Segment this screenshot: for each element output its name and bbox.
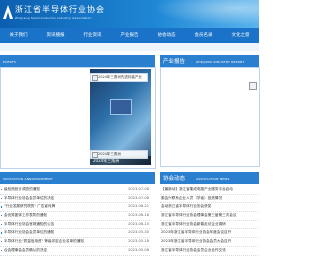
news-thumb-2[interactable]: 2024年三角洲 — [90, 150, 148, 159]
events-heading: EVENTS — [0, 55, 155, 67]
news-thumb-1[interactable]: 2024年三角洲先进封装产业 — [90, 73, 148, 82]
item-date: 2023-07-08 — [128, 195, 149, 200]
nav-item-about[interactable]: 关于我们 — [0, 28, 37, 43]
list-item[interactable]: 【最新动】浙江省集成电路产业服务平台启动 — [160, 186, 258, 195]
list-item[interactable]: 半导体行业"质量信用资" 等级评定企业名单的通知 2023-05-18 — [0, 238, 150, 247]
bullet-dot — [1, 249, 3, 251]
list-item[interactable]: 2023年浙江省半导体行业协会会员大会召开 — [160, 238, 258, 247]
bullet-dot — [1, 215, 3, 217]
list-item[interactable]: 合会理事会会员确认的决定 2023-05-08 — [0, 247, 150, 256]
item-date: 2023-06-10 — [128, 221, 149, 226]
item-date: 2023-05-08 — [128, 247, 149, 252]
list-item[interactable]: 浙江省半导体行业协会新春走访企业调研 — [160, 221, 258, 230]
item-date: 2023-06-18 — [128, 213, 149, 218]
bullet-dot — [1, 206, 3, 208]
site-title: 浙江省半导体行业协会 — [15, 5, 105, 14]
chip-illustration — [110, 99, 132, 115]
item-title: 2023年浙江省半导体行业协会会员大会召开 — [161, 239, 232, 244]
nav-item-news[interactable]: 资讯播报 — [37, 28, 74, 43]
list-item[interactable]: 级检测统计调查的通知 2023-07-08 — [0, 186, 150, 195]
item-title: 会优秀团体工作表彰的通知 — [4, 213, 48, 218]
site-subtitle: Zhejiang Semiconductor Industry Associat… — [15, 16, 92, 20]
list-item[interactable]: "行业发展研究院的" 广告宣传牌 2023-06-21 — [0, 203, 150, 213]
list-item[interactable]: 半导体行业协会会员单位的通知 2023-05-30 — [0, 229, 150, 239]
report-heading-cn: 产业报告 — [163, 59, 186, 65]
item-title: 浙江省半导体行业协会理事会第三届第三次会议 — [161, 213, 237, 218]
item-title: 半导体行业协会会员单位的决定 — [4, 195, 55, 200]
events-panel: 2024年三角洲 2024年三角洲先进封装产业 2024年三角洲 — [0, 67, 156, 169]
report-heading-en: ZHEJIANG INDUSTRY REPORT — [196, 59, 245, 64]
item-title: 【最新动】浙江省集成电路产业服务平台启动 — [161, 187, 233, 191]
list-item[interactable]: 半导体行业协会会员单位的决定 2023-07-08 — [0, 195, 150, 204]
bullet-dot — [1, 241, 3, 243]
assoc-heading-en: ASSOCIATION NEWS — [196, 176, 230, 181]
news-thumb-1-label: 2024年三角洲先进封装产业 — [98, 75, 142, 79]
nav-item-report[interactable]: 产业报告 — [111, 28, 148, 43]
list-item[interactable]: 浙江省半导体行业协会会员企业合作交流 — [160, 247, 258, 256]
announcement-heading-en: SSOCIATION ANNOUNCEMENT — [3, 176, 53, 181]
nav-item-association[interactable]: 协会动态 — [148, 28, 185, 43]
item-title: 2023年浙江省半导体行业协会年度会议召开 — [161, 230, 232, 235]
bullet-dot — [1, 232, 3, 234]
bullet-dot — [1, 189, 3, 191]
nav-item-industry[interactable]: 行业资讯 — [74, 28, 111, 43]
assoc-list: 【最新动】浙江省集成电路产业服务平台启动 委会兴联系企业人员（学者）投资情况 会… — [160, 186, 258, 256]
item-date: 2023-05-30 — [128, 230, 149, 235]
header-decoration — [139, 0, 259, 28]
item-title: 会动浙江省半导体行业协会获奖 — [161, 204, 212, 209]
assoc-heading-cn: 协会动态 — [163, 176, 186, 182]
item-date: 2023-05-18 — [128, 239, 149, 244]
news-thumb-2-label: 2024年三角洲 — [98, 152, 121, 156]
item-title: 浙江省半导体行业协会新春走访企业调研 — [161, 221, 226, 226]
list-item[interactable]: 浙江省半导体行业协会理事会第三届第三次会议 — [160, 212, 258, 221]
bullet-dot — [1, 197, 3, 199]
broken-image-icon[interactable] — [249, 82, 257, 90]
item-date: 2023-06-21 — [128, 204, 149, 209]
item-title: 半导体行业协会官网通知的公告 — [4, 221, 55, 226]
site-header: 浙江省半导体行业协会 Zhejiang Semiconductor Indust… — [0, 0, 259, 28]
list-item[interactable]: 会优秀团体工作表彰的通知 2023-06-18 — [0, 212, 150, 221]
association-logo[interactable] — [3, 5, 13, 19]
banner-strip — [0, 43, 259, 51]
item-title: 合会理事会会员确认的决定 — [4, 247, 48, 252]
report-panel — [160, 67, 260, 167]
list-item[interactable]: 2023年浙江省半导体行业协会年度会议召开 — [160, 229, 258, 239]
item-title: 浙江省半导体行业协会会员企业合作交流 — [161, 247, 226, 252]
bullet-dot — [1, 223, 3, 225]
item-title: 级检测统计调查的通知 — [4, 187, 40, 191]
list-item[interactable]: 半导体行业协会官网通知的公告 2023-06-10 — [0, 221, 150, 230]
report-heading: 产业报告 ZHEJIANG INDUSTRY REPORT — [160, 55, 259, 67]
assoc-heading: 协会动态 ASSOCIATION NEWS — [160, 172, 259, 184]
announcement-list: 级检测统计调查的通知 2023-07-08 半导体行业协会会员单位的决定 2023-… — [0, 186, 150, 256]
item-title: 委会兴联系企业人员（学者）投资情况 — [161, 195, 223, 200]
item-title: 半导体行业"质量信用资" 等级评定企业名单的通知 — [4, 239, 84, 244]
list-item[interactable]: 会动浙江省半导体行业协会获奖 — [160, 203, 258, 213]
nav-item-members[interactable]: 会员名录 — [185, 28, 222, 43]
item-title: 半导体行业协会会员单位的通知 — [4, 230, 55, 235]
main-nav: 关于我们 资讯播报 行业资讯 产业报告 协会动态 会员名录 文化之窗 — [0, 28, 259, 43]
events-heading-en: EVENTS — [3, 59, 17, 64]
nav-item-culture[interactable]: 文化之窗 — [222, 28, 259, 43]
announcement-heading: SSOCIATION ANNOUNCEMENT — [0, 172, 155, 184]
item-title: "行业发展研究院的" 广告宣传牌 — [4, 204, 56, 209]
list-item[interactable]: 委会兴联系企业人员（学者）投资情况 — [160, 195, 258, 204]
item-date: 2023-07-08 — [128, 187, 149, 191]
